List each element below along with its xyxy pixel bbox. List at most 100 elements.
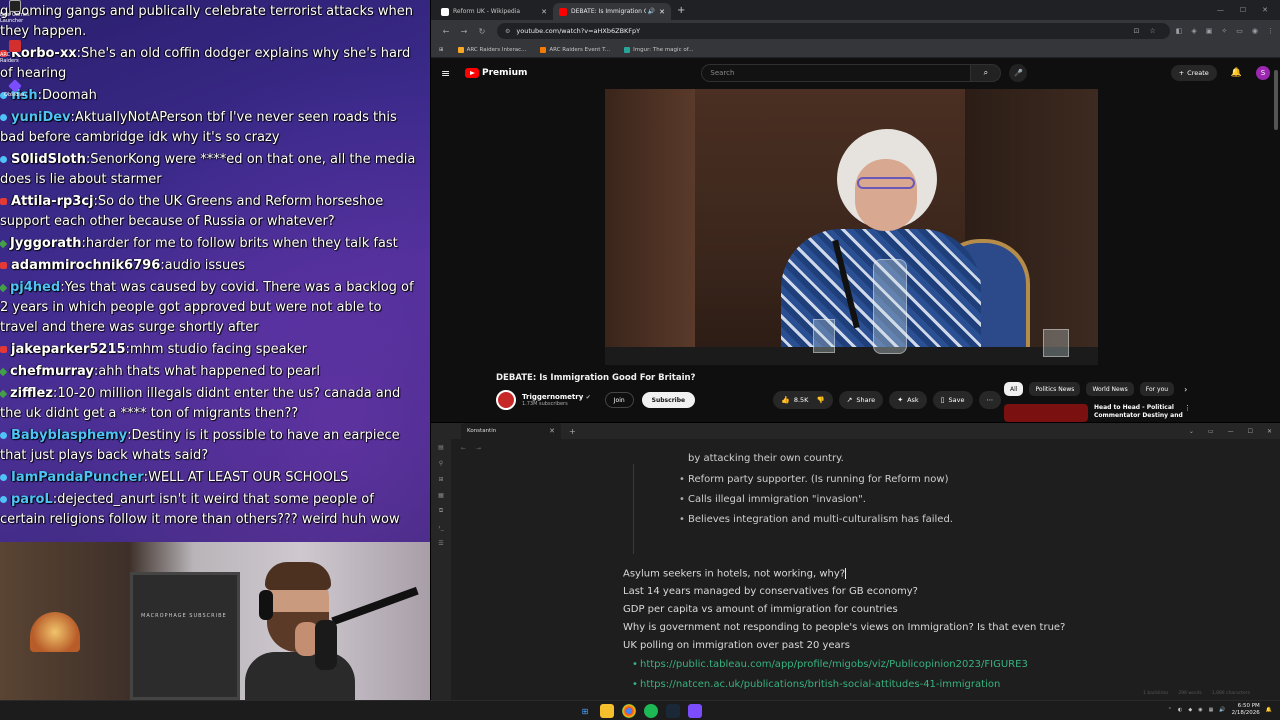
note-tab[interactable]: Konstantin ✕ [461, 423, 561, 439]
extension-icon[interactable]: ◧ [1176, 27, 1183, 35]
volume-icon[interactable]: 🔊 [1219, 707, 1225, 713]
bookmark-star-icon[interactable]: ☆ [1149, 27, 1155, 35]
menu-dots-icon[interactable]: ⋮ [1267, 27, 1274, 35]
search-button[interactable]: ⌕ [971, 64, 1002, 82]
save-button[interactable]: ▯ Save [932, 391, 973, 409]
video-player[interactable] [605, 89, 1098, 365]
tab-wikipedia[interactable]: Reform UK - Wikipedia ✕ [435, 3, 553, 20]
search-input[interactable]: Search [701, 64, 972, 82]
minimize-icon[interactable]: — [1228, 428, 1234, 435]
minimize-icon[interactable]: — [1217, 6, 1224, 14]
note-line[interactable]: Why is government not responding to peop… [623, 622, 1065, 633]
new-note-tab-button[interactable]: + [569, 427, 576, 436]
tray-app-icon[interactable]: ◉ [1198, 707, 1202, 713]
channel-avatar[interactable] [496, 390, 516, 410]
speaker-icon[interactable]: 🔊 [648, 8, 655, 15]
bookmark-item[interactable]: ARC Raiders Event T... [540, 46, 610, 53]
like-button[interactable]: 👍 8.5K 👎 [773, 391, 833, 409]
extension-icon[interactable]: ◈ [1191, 27, 1196, 35]
file-explorer-icon[interactable] [600, 704, 614, 718]
chat-username[interactable]: adammirochnik6796 [11, 258, 160, 273]
chat-username[interactable]: Babyblasphemy [11, 428, 127, 443]
close-icon[interactable]: ✕ [549, 427, 555, 435]
apps-grid-icon[interactable]: ⊞ [439, 47, 444, 53]
subscribe-button[interactable]: Subscribe [641, 392, 696, 408]
install-icon[interactable]: ⊡ [1134, 27, 1140, 35]
note-link[interactable]: https://public.tableau.com/app/profile/m… [632, 659, 1028, 670]
thumbs-down-icon[interactable]: 👎 [816, 396, 824, 404]
forward-icon[interactable]: → [455, 27, 473, 36]
chat-username[interactable]: paroL [11, 492, 53, 507]
desktop-icon-arc[interactable]: ARC Raiders [0, 40, 30, 80]
scrollbar-thumb[interactable] [1274, 70, 1278, 130]
youtube-logo[interactable]: Premium [465, 68, 527, 78]
more-actions-button[interactable]: ⋯ [978, 391, 1001, 409]
bookmark-item[interactable]: Imgur: The magic of... [624, 46, 694, 53]
voice-search-button[interactable]: 🎤 [1009, 64, 1028, 82]
share-button[interactable]: ↗ Share [838, 391, 884, 409]
more-dots-icon[interactable]: ⋮ [1184, 404, 1191, 422]
chip-all[interactable]: All [1004, 382, 1024, 396]
recommended-video[interactable]: Head to Head - Political Commentator Des… [1004, 404, 1191, 422]
recommended-thumbnail[interactable] [1004, 404, 1088, 422]
note-line[interactable]: GDP per capita vs amount of immigration … [623, 604, 898, 615]
address-bar[interactable]: ⚙ youtube.com/watch?v=aHXb6ZBKFpY ⊡ ☆ [497, 23, 1170, 39]
chat-username[interactable]: zifflez [10, 386, 53, 401]
join-button[interactable]: Join [604, 392, 634, 408]
chevron-down-icon[interactable]: ⌄ [1189, 428, 1194, 435]
note-bullet[interactable]: by attacking their own country. [688, 453, 844, 464]
desktop-icon-obsidian[interactable]: Obsidian [0, 79, 30, 120]
chat-username[interactable]: Attila-rp3cj [11, 194, 94, 209]
hamburger-menu-icon[interactable]: ≡ [441, 67, 465, 80]
sidepanel-icon[interactable]: ▭ [1236, 27, 1243, 35]
chip-for-you[interactable]: For you [1139, 382, 1175, 396]
steam-icon[interactable] [666, 704, 680, 718]
notifications-bell-icon[interactable]: 🔔 [1231, 68, 1242, 78]
tab-youtube[interactable]: DEBATE: Is Immigration Go... 🔊 ✕ [553, 3, 671, 20]
desktop-icon-epic[interactable]: Epic Games Launcher [0, 0, 30, 40]
bookmark-item[interactable]: ARC Raiders Interac... [457, 46, 526, 53]
channel-name[interactable]: Triggernometry ✔ [522, 393, 591, 401]
note-editor[interactable]: by attacking their own country. Reform p… [431, 439, 1280, 700]
note-line[interactable]: Last 14 years managed by conservatives f… [623, 586, 918, 597]
sidebar-toggle-icon[interactable]: ▭ [1208, 428, 1214, 435]
chevron-up-icon[interactable]: ⌃ [1168, 707, 1172, 713]
note-bullet[interactable]: Reform party supporter. (Is running for … [679, 474, 948, 485]
close-icon[interactable]: ✕ [659, 8, 665, 16]
chat-username[interactable]: Jyggorath [10, 236, 82, 251]
ask-button[interactable]: ✦ Ask [889, 391, 927, 409]
profile-icon[interactable]: ◉ [1252, 27, 1258, 35]
maximize-icon[interactable]: ☐ [1240, 6, 1246, 14]
note-link[interactable]: https://natcen.ac.uk/publications/britis… [632, 679, 1000, 690]
obsidian-icon[interactable] [688, 704, 702, 718]
extensions-puzzle-icon[interactable]: ✧ [1221, 27, 1227, 35]
chevron-right-icon[interactable]: › [1184, 385, 1187, 394]
extension-icon[interactable]: ▣ [1206, 27, 1213, 35]
network-icon[interactable]: ▦ [1209, 707, 1214, 713]
chat-username[interactable]: S0lidSloth [11, 152, 86, 167]
close-window-icon[interactable]: ✕ [1267, 428, 1272, 435]
note-bullet[interactable]: Believes integration and multi-culturali… [679, 514, 953, 525]
chat-username[interactable]: chefmurray [10, 364, 94, 379]
backlinks-count[interactable]: 1 backlinks [1143, 691, 1168, 696]
maximize-icon[interactable]: ☐ [1248, 428, 1253, 435]
clock[interactable]: 6:50 PM 2/18/2026 [1232, 703, 1260, 717]
notification-icon[interactable]: 🔔 [1266, 707, 1272, 713]
create-button[interactable]: + Create [1170, 65, 1217, 81]
note-line[interactable]: UK polling on immigration over past 20 y… [623, 640, 850, 651]
spotify-icon[interactable] [644, 704, 658, 718]
chip-politics-news[interactable]: Politics News [1029, 382, 1081, 396]
recommended-title[interactable]: Head to Head - Political Commentator Des… [1094, 404, 1184, 422]
chat-username[interactable]: pj4hed [10, 280, 60, 295]
chat-username[interactable]: IamPandaPuncher [11, 470, 144, 485]
new-tab-button[interactable]: + [677, 5, 685, 16]
windows-start-icon[interactable]: ⊞ [578, 704, 592, 718]
avatar[interactable]: S [1256, 66, 1270, 80]
page-scrollbar[interactable] [1272, 60, 1280, 420]
chat-username[interactable]: jakeparker5215 [11, 342, 126, 357]
tray-app-icon[interactable]: ◐ [1178, 707, 1182, 713]
chrome-icon[interactable] [622, 704, 636, 718]
note-line[interactable]: Asylum seekers in hotels, not working, w… [623, 568, 847, 580]
tray-app-icon[interactable]: ◆ [1188, 707, 1192, 713]
close-icon[interactable]: ✕ [541, 8, 547, 16]
